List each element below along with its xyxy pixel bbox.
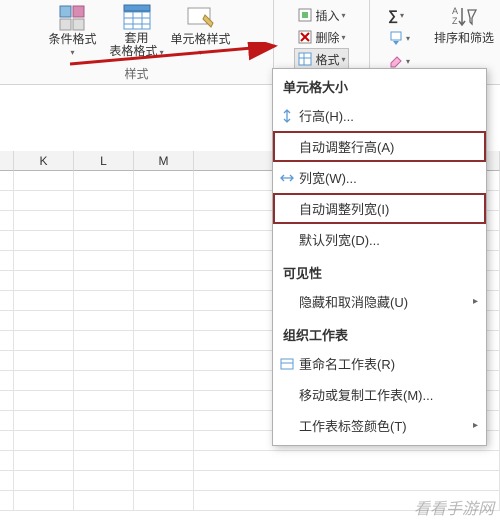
cell-styles-icon: [187, 5, 215, 31]
conditional-formatting-label: 条件格式: [48, 33, 96, 46]
menu-default-width-label: 默认列宽(D)...: [299, 230, 380, 249]
format-as-table-icon: [123, 4, 151, 30]
group-label-styles: 样式: [124, 63, 148, 82]
menu-tab-color-label: 工作表标签颜色(T): [299, 416, 407, 435]
sort-filter-label: 排序和筛选: [434, 32, 494, 45]
chevron-down-icon: ▾: [406, 34, 410, 43]
delete-label: 删除: [315, 29, 339, 46]
conditional-formatting-icon: [59, 5, 87, 31]
menu-rename-sheet-label: 重命名工作表(R): [299, 354, 395, 373]
svg-text:Z: Z: [452, 16, 458, 26]
menu-autofit-column-width-label: 自动调整列宽(I): [299, 199, 389, 218]
chevron-down-icon: ▾: [400, 11, 404, 20]
svg-text:A: A: [452, 6, 458, 16]
format-as-table-button[interactable]: 套用 表格格式 ▾: [107, 4, 167, 58]
format-button[interactable]: 格式 ▾: [294, 48, 348, 70]
menu-autofit-row-height-label: 自动调整行高(A): [299, 137, 394, 156]
fill-down-icon: [388, 30, 404, 46]
row-height-icon: [279, 108, 295, 124]
menu-default-width[interactable]: 默认列宽(D)...: [273, 224, 486, 255]
menu-move-copy-sheet[interactable]: 移动或复制工作表(M)...: [273, 379, 486, 410]
menu-column-width-label: 列宽(W)...: [299, 168, 357, 187]
column-header[interactable]: M: [134, 151, 194, 171]
insert-button[interactable]: 插入 ▾: [295, 4, 347, 26]
cell-styles-button[interactable]: 单元格样式 ▾: [171, 5, 231, 57]
chevron-down-icon: ▾: [342, 11, 346, 20]
chevron-down-icon: ▾: [198, 48, 202, 57]
format-cells-icon: [297, 51, 313, 67]
section-organize: 组织工作表: [273, 317, 486, 348]
menu-move-copy-sheet-label: 移动或复制工作表(M)...: [299, 385, 433, 404]
chevron-down-icon: ▾: [342, 55, 346, 64]
menu-rename-sheet[interactable]: 重命名工作表(R): [273, 348, 486, 379]
column-header[interactable]: L: [74, 151, 134, 171]
delete-button[interactable]: 删除 ▾: [295, 26, 347, 48]
sort-filter-icon: A Z: [450, 4, 478, 30]
menu-autofit-column-width[interactable]: 自动调整列宽(I): [273, 193, 486, 224]
chevron-down-icon: ▾: [157, 48, 163, 57]
section-visibility: 可见性: [273, 255, 486, 286]
sigma-icon: ∑: [388, 7, 398, 23]
eraser-icon: [388, 53, 404, 69]
menu-hide-unhide[interactable]: 隐藏和取消隐藏(U): [273, 286, 486, 317]
menu-column-width[interactable]: 列宽(W)...: [273, 162, 486, 193]
menu-autofit-row-height[interactable]: 自动调整行高(A): [273, 131, 486, 162]
rename-sheet-icon: [279, 356, 295, 372]
conditional-formatting-button[interactable]: 条件格式 ▾: [43, 5, 103, 57]
cell-styles-label: 单元格样式: [171, 33, 231, 46]
ribbon-group-styles: 条件格式 ▾ 套用 表格格式 ▾: [0, 0, 274, 84]
format-dropdown-menu: 单元格大小 行高(H)... 自动调整行高(A) 列宽(W)... 自动调整列宽…: [272, 68, 487, 446]
menu-row-height[interactable]: 行高(H)...: [273, 100, 486, 131]
chevron-down-icon: ▾: [342, 33, 346, 42]
format-label: 格式: [315, 51, 339, 68]
menu-row-height-label: 行高(H)...: [299, 106, 354, 125]
fill-button[interactable]: ▾: [386, 27, 412, 49]
chevron-down-icon: ▾: [70, 48, 74, 57]
column-header[interactable]: K: [14, 151, 74, 171]
sort-filter-button[interactable]: A Z 排序和筛选: [434, 4, 494, 45]
column-width-icon: [279, 170, 295, 186]
menu-tab-color[interactable]: 工作表标签颜色(T): [273, 410, 486, 441]
chevron-down-icon: ▾: [406, 57, 410, 66]
delete-cells-icon: [297, 29, 313, 45]
menu-hide-unhide-label: 隐藏和取消隐藏(U): [299, 292, 408, 311]
insert-label: 插入: [315, 7, 339, 24]
autosum-button[interactable]: ∑ ▾: [386, 4, 412, 26]
insert-cells-icon: [297, 7, 313, 23]
section-cell-size: 单元格大小: [273, 69, 486, 100]
